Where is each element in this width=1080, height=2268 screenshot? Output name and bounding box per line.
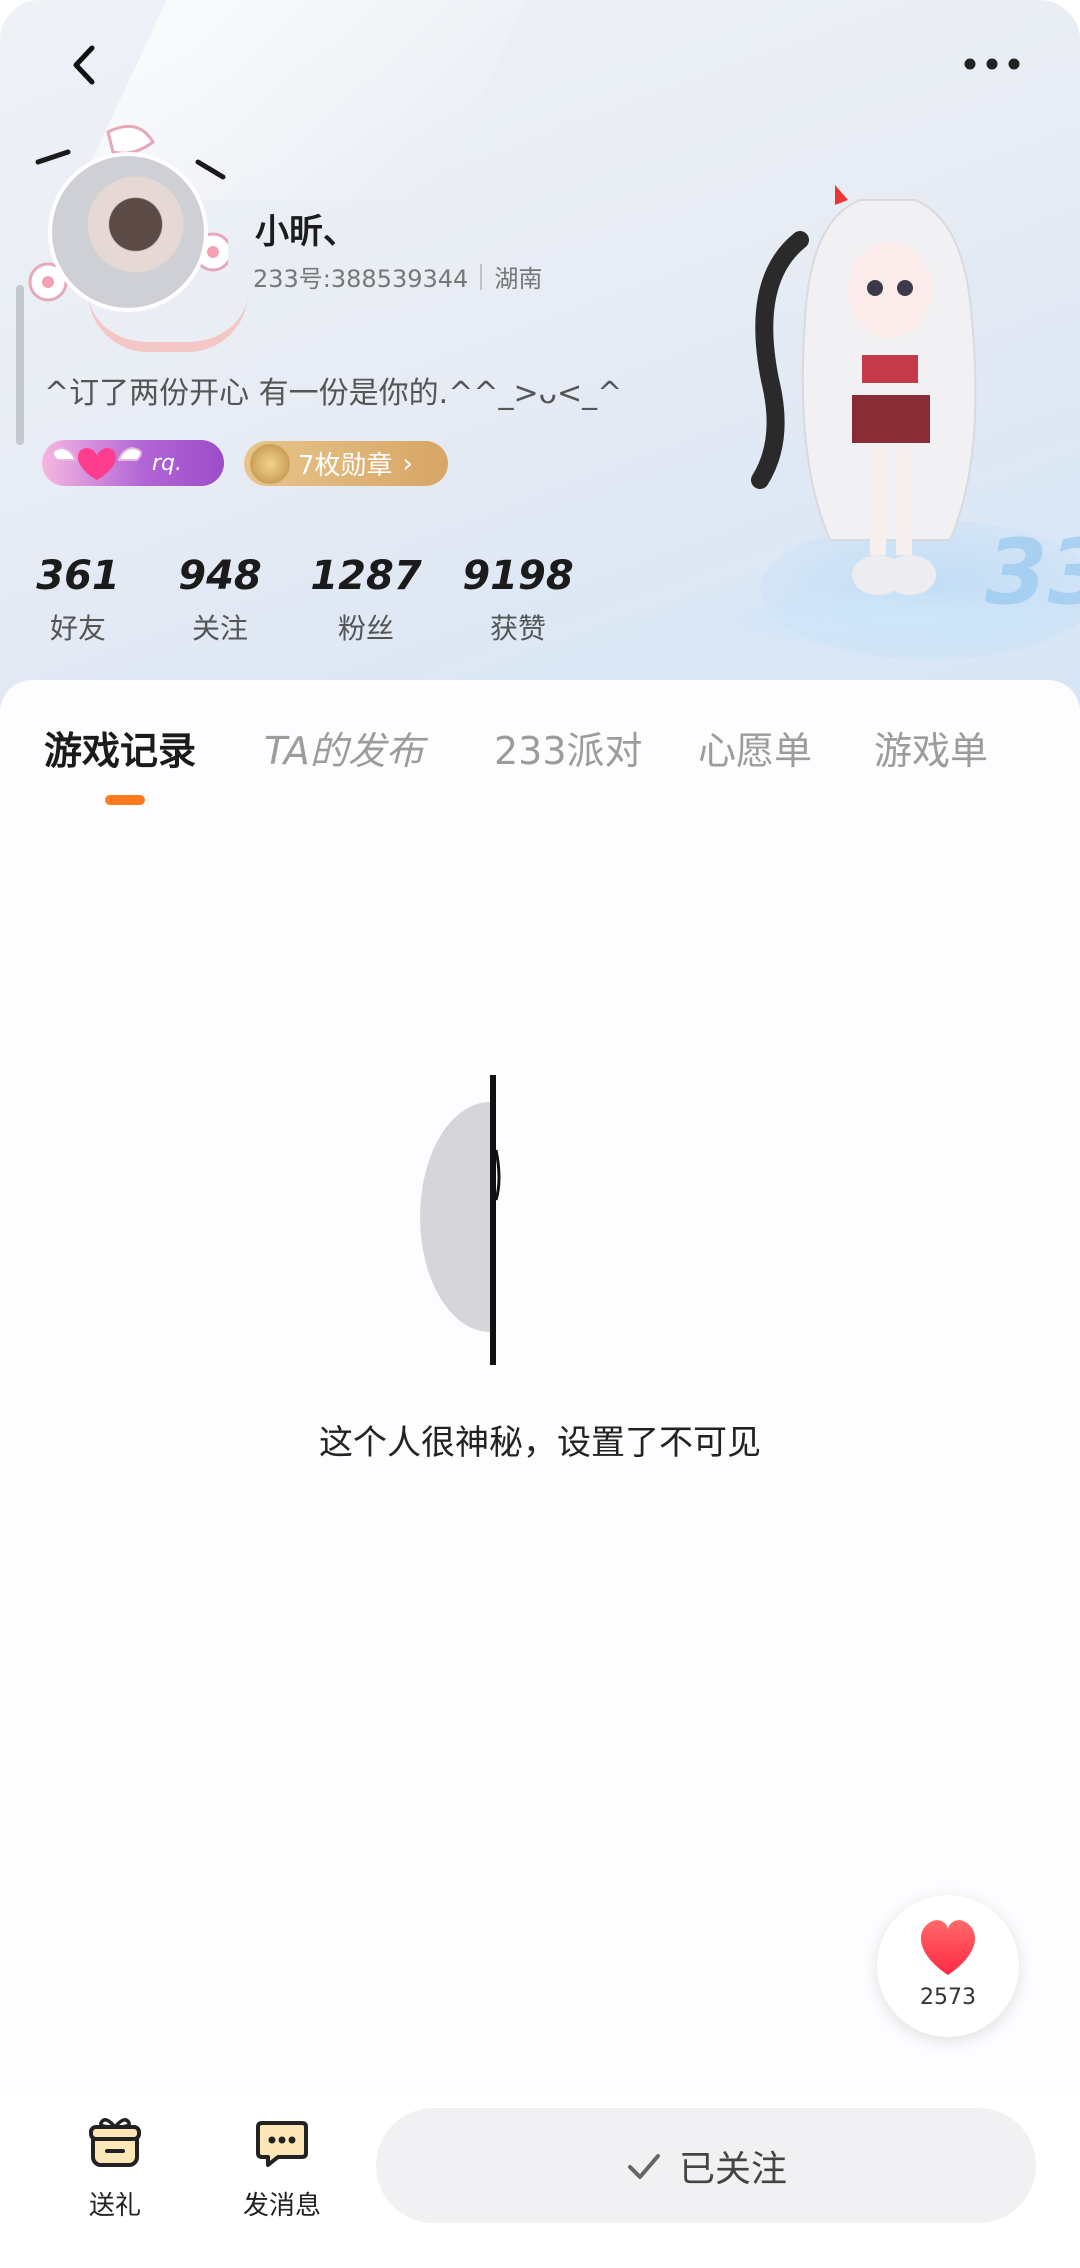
more-options-button[interactable]	[960, 48, 1024, 80]
active-tab-indicator	[105, 795, 145, 805]
user-id-row: 233号:388539344 湖南	[253, 259, 542, 294]
medals-label: 7枚勋章	[298, 451, 393, 481]
following-label: 已关注	[678, 2148, 787, 2190]
fan-badge[interactable]: rq.	[42, 440, 224, 486]
character-avatar-3d[interactable]	[740, 180, 1040, 630]
more-dots-icon	[964, 58, 1020, 70]
gift-label: 送礼	[88, 2191, 141, 2221]
profile-tabs: 游戏记录 TA的发布 233派对 心愿单 游戏单	[0, 712, 1080, 782]
following-button[interactable]: 已关注	[376, 2108, 1036, 2223]
gift-button[interactable]: 送礼	[70, 2115, 160, 2225]
heart-icon	[920, 1920, 976, 1975]
stat-label: 获赞	[489, 612, 546, 645]
user-name: 小昕、	[255, 212, 357, 252]
tab-party[interactable]: 233派对	[494, 720, 643, 775]
gift-icon	[89, 2118, 141, 2167]
stat-value: 9198	[462, 553, 574, 599]
fan-badge-label: rq.	[152, 450, 183, 476]
user-id: 233号:388539344	[253, 265, 469, 293]
like-button[interactable]: 2573	[877, 1895, 1019, 2037]
stat-friends[interactable]: 361 好友	[8, 553, 148, 647]
stat-fans[interactable]: 1287 粉丝	[296, 553, 436, 647]
stat-value: 361	[36, 553, 120, 599]
scrollbar[interactable]	[16, 285, 24, 445]
user-location: 湖南	[494, 265, 543, 293]
winged-heart-icon	[42, 440, 152, 486]
back-button[interactable]	[60, 40, 110, 90]
like-count: 2573	[920, 1985, 976, 2010]
chevron-right-icon: ›	[402, 448, 413, 479]
stat-following[interactable]: 948 关注	[150, 553, 290, 647]
stat-label: 粉丝	[337, 612, 394, 645]
stat-label: 关注	[191, 612, 248, 645]
stat-value: 948	[178, 553, 262, 599]
tab-posts[interactable]: TA的发布	[264, 720, 424, 775]
medals-button[interactable]: 7枚勋章 ›	[244, 441, 448, 486]
message-button[interactable]: 发消息	[222, 2115, 342, 2225]
medal-icon	[250, 443, 290, 484]
divider	[480, 263, 483, 290]
chevron-left-icon	[73, 45, 95, 85]
chat-bubble-icon	[256, 2121, 308, 2167]
avatar-photo	[48, 152, 208, 312]
tab-wishlist[interactable]: 心愿单	[698, 720, 812, 775]
character-figure-icon	[751, 185, 977, 595]
stat-likes[interactable]: 9198 获赞	[448, 553, 588, 647]
user-signature: ^订了两份开心 有一份是你的.^^_>ᴗ<_^	[44, 376, 623, 411]
mystery-empty-icon	[420, 1070, 560, 1370]
avatar[interactable]	[28, 122, 248, 352]
empty-state-message: 这个人很神秘，设置了不可见	[319, 1423, 761, 1463]
tab-game-list[interactable]: 游戏单	[874, 720, 988, 775]
stat-label: 好友	[49, 612, 106, 645]
stat-value: 1287	[310, 553, 422, 599]
tab-game-records[interactable]: 游戏记录	[44, 720, 196, 775]
check-icon	[627, 2153, 660, 2179]
message-label: 发消息	[242, 2191, 321, 2221]
